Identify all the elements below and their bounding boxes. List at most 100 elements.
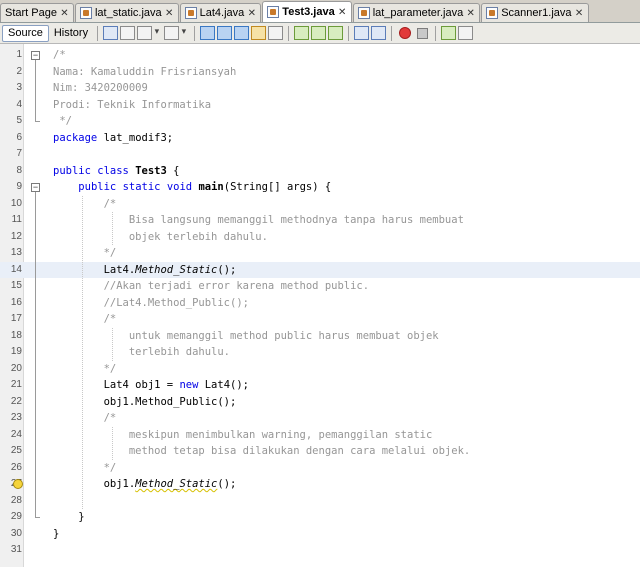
uncomment-icon[interactable]	[458, 26, 474, 40]
source-view-button[interactable]: Source	[2, 24, 49, 42]
toolbar-separator	[348, 25, 350, 41]
code-line[interactable]: 3 Nim: 3420200009	[0, 80, 640, 97]
line-number: 13	[10, 247, 22, 258]
find-previous-icon[interactable]	[217, 26, 233, 40]
code-text: Lat4.Method_Static();	[53, 263, 237, 276]
tab-label: Lat4.java	[199, 7, 245, 19]
line-number: 1	[16, 49, 22, 60]
code-line[interactable]: 11 Bisa langsung memanggil methodnya tan…	[0, 212, 640, 229]
java-file-icon	[79, 7, 92, 19]
previous-bookmark-icon[interactable]	[294, 26, 310, 40]
stop-macro-recording-icon[interactable]	[417, 27, 429, 39]
next-bookmark-icon[interactable]	[311, 26, 327, 40]
code-line[interactable]: 19 terlebih dahulu.	[0, 344, 640, 361]
java-file-icon	[486, 7, 499, 19]
code-text: */	[53, 461, 117, 474]
toolbar-separator	[435, 25, 437, 41]
tab-scanner1-java[interactable]: Scanner1.java ✕	[481, 3, 589, 22]
code-line[interactable]: 5 */	[0, 113, 640, 130]
toggle-bookmark-icon[interactable]	[328, 26, 344, 40]
line-number: 15	[10, 280, 22, 291]
code-line[interactable]: 9 public static void main(String[] args)…	[0, 179, 640, 196]
code-line[interactable]: 6 package lat_modif3;	[0, 130, 640, 147]
tab-lat-parameter-java[interactable]: lat_parameter.java ✕	[352, 3, 481, 22]
code-line[interactable]: 20 */	[0, 361, 640, 378]
code-line[interactable]: 10 /*	[0, 196, 640, 213]
tab-label: lat_static.java	[94, 7, 162, 19]
code-line[interactable]: 30}	[0, 526, 640, 543]
shift-left-icon[interactable]	[354, 26, 370, 40]
fold-toggle-icon[interactable]: −	[31, 51, 40, 60]
close-tab-icon[interactable]: ✕	[60, 8, 69, 18]
code-text: */	[53, 362, 117, 375]
code-line[interactable]: 23 /*	[0, 410, 640, 427]
tab-lat4-java[interactable]: Lat4.java ✕	[179, 3, 262, 22]
fold-line	[35, 192, 36, 517]
toolbar-separator	[97, 25, 99, 41]
code-line[interactable]: 12 objek terlebih dahulu.	[0, 229, 640, 246]
line-number: 10	[10, 197, 22, 209]
tab-lat-static-java[interactable]: lat_static.java ✕	[74, 3, 179, 22]
code-line[interactable]: 26 */	[0, 460, 640, 477]
tab-start-page[interactable]: Start Page ✕	[0, 3, 74, 22]
last-edit-icon[interactable]	[103, 26, 119, 40]
line-number: 14	[10, 263, 22, 275]
comment-icon[interactable]	[441, 26, 457, 40]
code-text: obj1.Method_Public();	[53, 395, 237, 408]
tab-test3-java[interactable]: Test3.java ✕	[262, 1, 352, 22]
code-editor[interactable]: 1 /* 2 Nama: Kamaluddin Frisriansyah 3 Nim: 3…	[0, 44, 640, 567]
tab-label: Test3.java	[282, 6, 335, 18]
code-text: Bisa langsung memanggil methodnya tanpa …	[53, 214, 464, 226]
code-line[interactable]: 21 Lat4 obj1 = new Lat4();	[0, 377, 640, 394]
toolbar-separator	[288, 25, 290, 41]
forward-icon[interactable]	[137, 26, 159, 40]
code-line[interactable]: 24 meskipun menimbulkan warning, pemangg…	[0, 427, 640, 444]
line-number: 20	[10, 362, 22, 374]
line-number: 4	[16, 98, 22, 110]
code-line[interactable]: 1 /*	[0, 47, 640, 64]
code-line[interactable]: 2 Nama: Kamaluddin Frisriansyah	[0, 64, 640, 81]
close-tab-icon[interactable]: ✕	[247, 8, 256, 18]
code-text: //Akan terjadi error karena method publi…	[53, 280, 370, 292]
code-line[interactable]: 31	[0, 542, 640, 559]
code-line[interactable]: 7	[0, 146, 640, 163]
fold-toggle-icon[interactable]: −	[31, 183, 40, 192]
code-line[interactable]: 29 }	[0, 509, 640, 526]
code-line[interactable]: 18 untuk memanggil method public harus m…	[0, 328, 640, 345]
indent-guide	[112, 426, 113, 460]
line-number: 29	[10, 511, 22, 522]
close-tab-icon[interactable]: ✕	[575, 8, 584, 18]
back-icon[interactable]	[120, 26, 136, 40]
fold-end	[35, 121, 40, 122]
code-line[interactable]: 16 //Lat4.Method_Public();	[0, 295, 640, 312]
close-tab-icon[interactable]: ✕	[165, 8, 174, 18]
close-tab-icon[interactable]: ✕	[338, 7, 347, 17]
code-line[interactable]: 22 obj1.Method_Public();	[0, 394, 640, 411]
java-file-icon	[184, 7, 197, 19]
shift-right-icon[interactable]	[371, 26, 387, 40]
line-number: 25	[10, 445, 22, 456]
warning-lightbulb-icon[interactable]	[13, 479, 23, 489]
toggle-rectangular-selection-icon[interactable]	[268, 26, 284, 40]
code-line[interactable]: 25 method tetap bisa dilakukan dengan ca…	[0, 443, 640, 460]
code-line[interactable]: 17 /*	[0, 311, 640, 328]
code-line[interactable]: 8 public class Test3 {	[0, 163, 640, 180]
code-line[interactable]: 28	[0, 493, 640, 510]
code-text: /*	[53, 412, 117, 424]
history-dropdown-icon[interactable]	[164, 26, 186, 40]
code-line[interactable]: 14 Lat4.Method_Static();	[0, 261, 640, 278]
toggle-highlight-icon[interactable]	[251, 26, 267, 40]
code-line[interactable]: 13 */	[0, 245, 640, 262]
tab-label: lat_parameter.java	[372, 7, 464, 19]
code-line[interactable]: 4 Prodi: Teknik Informatika	[0, 97, 640, 114]
history-view-button[interactable]: History	[49, 25, 93, 42]
close-tab-icon[interactable]: ✕	[466, 8, 475, 18]
indent-guide	[82, 195, 83, 509]
find-next-icon[interactable]	[234, 26, 250, 40]
start-macro-recording-icon[interactable]	[399, 27, 412, 39]
line-number: 26	[10, 461, 22, 473]
code-line[interactable]: 27 obj1.Method_Static();	[0, 476, 640, 493]
code-line[interactable]: 15 //Akan terjadi error karena method pu…	[0, 278, 640, 295]
line-number: 5	[16, 115, 22, 126]
find-selection-icon[interactable]	[200, 26, 216, 40]
